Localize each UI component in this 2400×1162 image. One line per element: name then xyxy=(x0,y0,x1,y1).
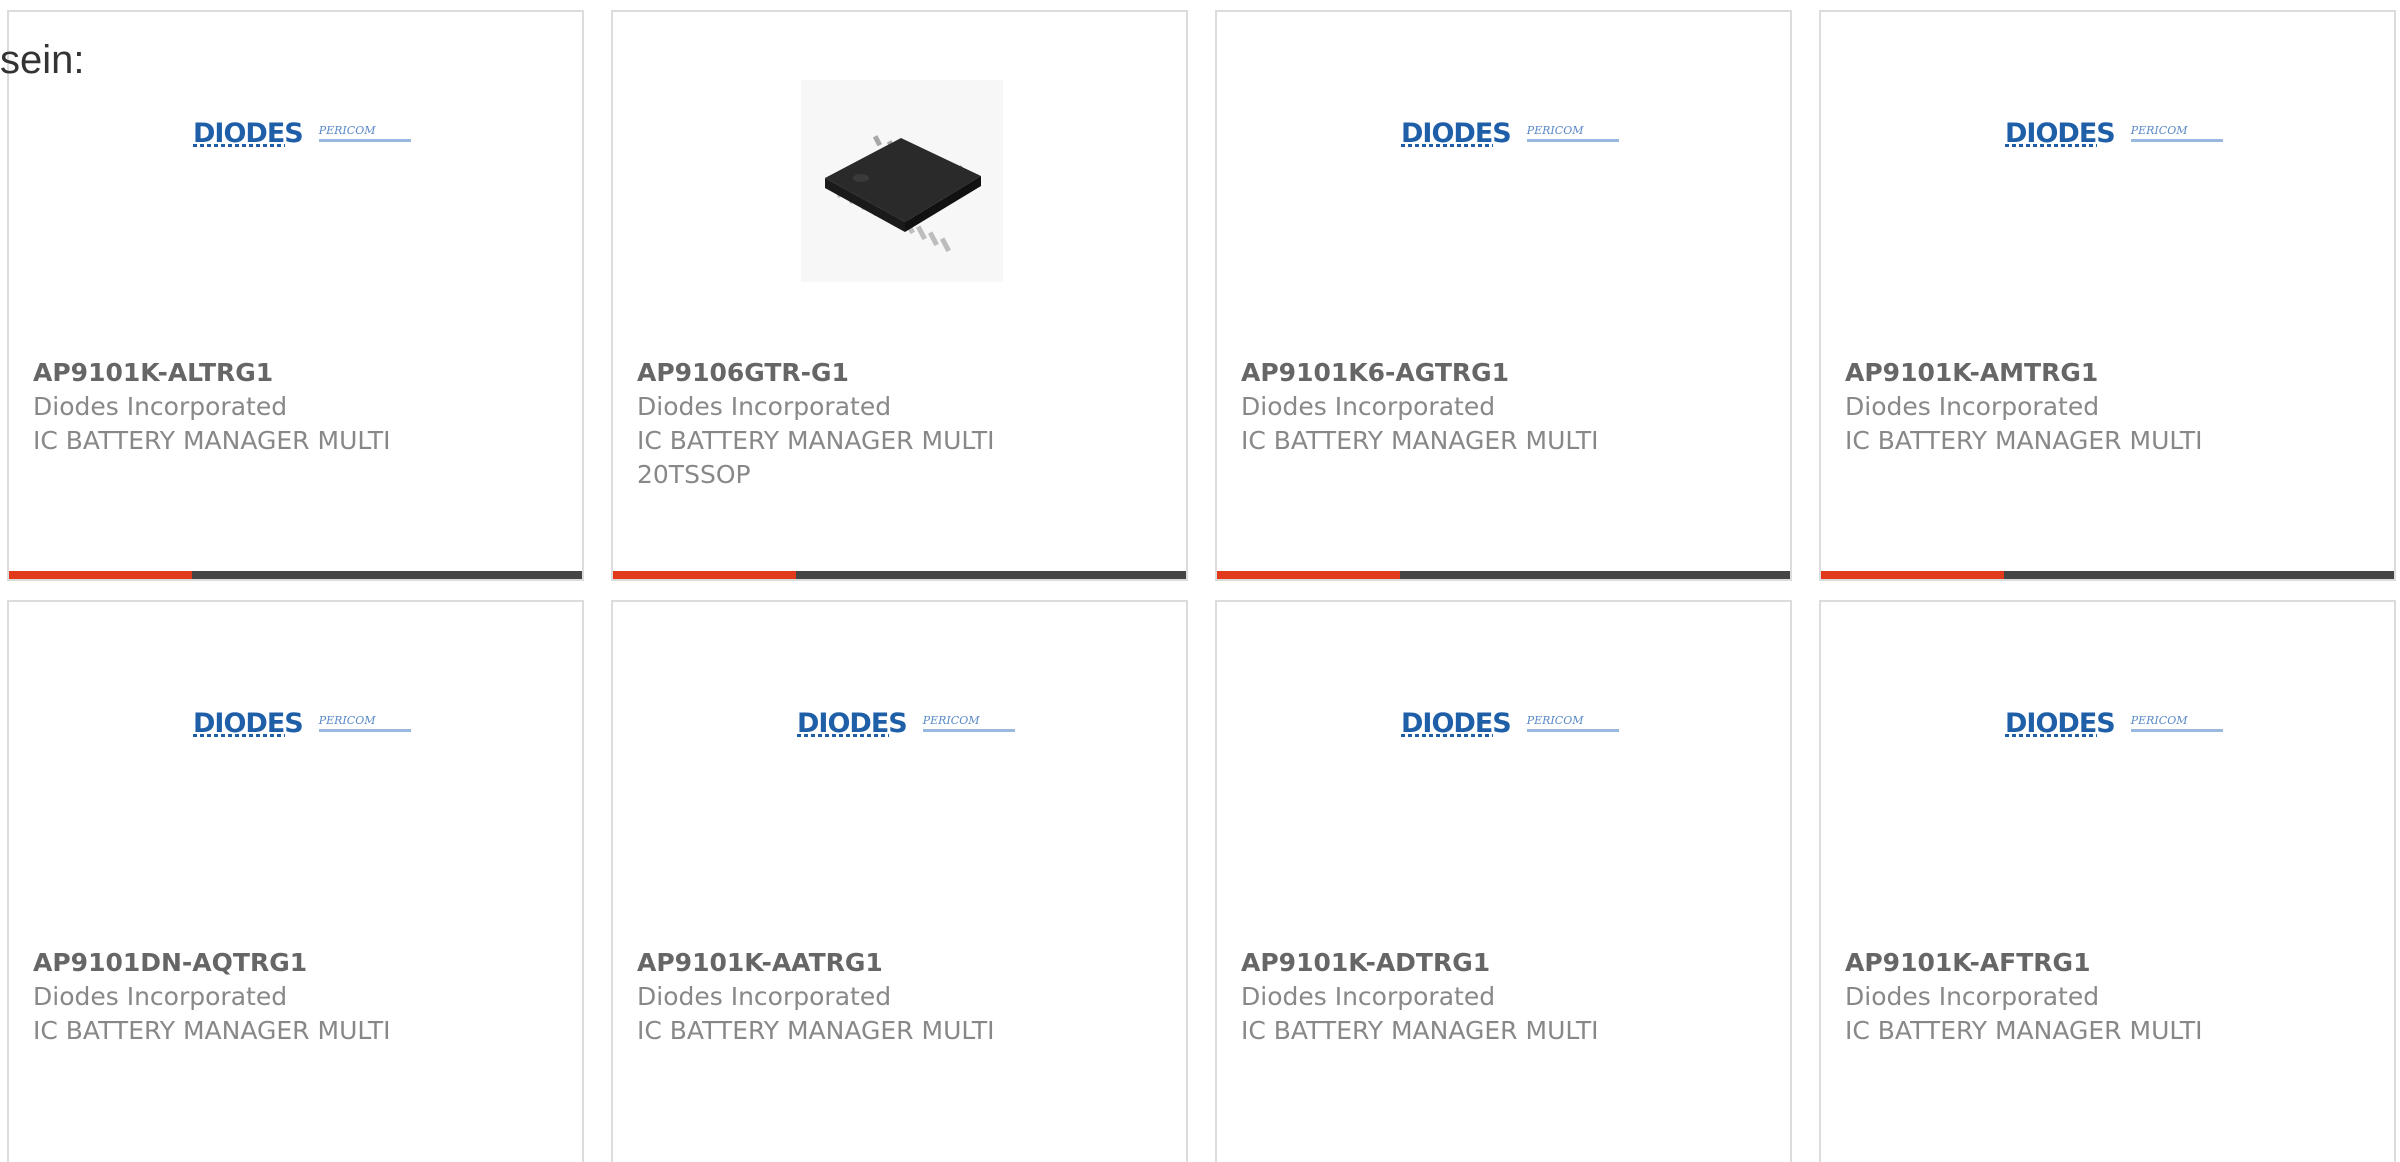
description: IC BATTERY MANAGER MULTI xyxy=(637,1016,995,1045)
product-info: AP9101K-AFTRG1 Diodes Incorporated IC BA… xyxy=(1845,946,2374,1048)
manufacturer: Diodes Incorporated xyxy=(1845,982,2100,1011)
part-number[interactable]: AP9101K-ALTRG1 xyxy=(33,356,562,390)
manufacturer: Diodes Incorporated xyxy=(33,392,288,421)
product-card[interactable]: DIODES PERICOM AP9101DN-AQTRG1 Diodes In… xyxy=(7,600,584,1162)
product-info: AP9106GTR-G1 Diodes Incorporated IC BATT… xyxy=(637,356,1166,492)
description: IC BATTERY MANAGER MULTI 20TSSOP xyxy=(637,426,995,489)
diodes-pericom-logo: DIODES PERICOM xyxy=(2005,710,2223,737)
manufacturer: Diodes Incorporated xyxy=(1241,392,1496,421)
product-info: AP9101K-ALTRG1 Diodes Incorporated IC BA… xyxy=(33,356,562,458)
diodes-pericom-logo: DIODES PERICOM xyxy=(2005,120,2223,147)
manufacturer: Diodes Incorporated xyxy=(637,392,892,421)
manufacturer: Diodes Incorporated xyxy=(637,982,892,1011)
card-bottom-bar xyxy=(613,571,1186,579)
part-number[interactable]: AP9101K-AMTRG1 xyxy=(1845,356,2374,390)
lead-text: sein: xyxy=(0,38,85,82)
diodes-pericom-logo: DIODES PERICOM xyxy=(1401,120,1619,147)
tssop-chip-image xyxy=(801,80,1003,282)
card-bottom-bar xyxy=(9,571,582,579)
part-number[interactable]: AP9101K-AATRG1 xyxy=(637,946,1166,980)
product-card[interactable]: DIODES PERICOM AP9101K-ALTRG1 Diodes Inc… xyxy=(7,10,584,581)
card-bottom-bar xyxy=(1821,571,2394,579)
logo-subbrand-text: PERICOM xyxy=(1526,714,1584,727)
card-accent-bar xyxy=(1821,571,2004,579)
product-card[interactable]: DIODES PERICOM AP9101K6-AGTRG1 Diodes In… xyxy=(1215,10,1792,581)
chip-icon xyxy=(825,135,981,253)
product-card[interactable]: AP9106GTR-G1 Diodes Incorporated IC BATT… xyxy=(611,10,1188,581)
part-number[interactable]: AP9101K-AFTRG1 xyxy=(1845,946,2374,980)
product-info: AP9101K-ADTRG1 Diodes Incorporated IC BA… xyxy=(1241,946,1770,1048)
description: IC BATTERY MANAGER MULTI xyxy=(33,426,391,455)
product-info: AP9101K-AMTRG1 Diodes Incorporated IC BA… xyxy=(1845,356,2374,458)
manufacturer: Diodes Incorporated xyxy=(1241,982,1496,1011)
diodes-pericom-logo: DIODES PERICOM xyxy=(193,120,411,147)
product-card[interactable]: DIODES PERICOM AP9101K-AFTRG1 Diodes Inc… xyxy=(1819,600,2396,1162)
part-number[interactable]: AP9101K6-AGTRG1 xyxy=(1241,356,1770,390)
manufacturer: Diodes Incorporated xyxy=(33,982,288,1011)
part-number[interactable]: AP9101DN-AQTRG1 xyxy=(33,946,562,980)
description: IC BATTERY MANAGER MULTI xyxy=(1241,1016,1599,1045)
logo-subbrand-text: PERICOM xyxy=(318,714,376,727)
product-card[interactable]: DIODES PERICOM AP9101K-ADTRG1 Diodes Inc… xyxy=(1215,600,1792,1162)
logo-subbrand-text: PERICOM xyxy=(1526,124,1584,137)
product-info: AP9101DN-AQTRG1 Diodes Incorporated IC B… xyxy=(33,946,562,1048)
manufacturer: Diodes Incorporated xyxy=(1845,392,2100,421)
description: IC BATTERY MANAGER MULTI xyxy=(1241,426,1599,455)
card-accent-bar xyxy=(613,571,796,579)
logo-subbrand-text: PERICOM xyxy=(2130,714,2188,727)
card-accent-bar xyxy=(9,571,192,579)
diodes-pericom-logo: DIODES PERICOM xyxy=(1401,710,1619,737)
card-bottom-bar xyxy=(1217,571,1790,579)
product-card[interactable]: DIODES PERICOM AP9101K-AMTRG1 Diodes Inc… xyxy=(1819,10,2396,581)
description: IC BATTERY MANAGER MULTI xyxy=(1845,426,2203,455)
product-card[interactable]: DIODES PERICOM AP9101K-AATRG1 Diodes Inc… xyxy=(611,600,1188,1162)
logo-subbrand-text: PERICOM xyxy=(922,714,980,727)
page: sein: DIODES PERICOM AP9101K-ALTRG1 Diod… xyxy=(0,0,2400,1162)
card-accent-bar xyxy=(1217,571,1400,579)
product-info: AP9101K6-AGTRG1 Diodes Incorporated IC B… xyxy=(1241,356,1770,458)
description: IC BATTERY MANAGER MULTI xyxy=(33,1016,391,1045)
logo-subbrand-text: PERICOM xyxy=(2130,124,2188,137)
description: IC BATTERY MANAGER MULTI xyxy=(1845,1016,2203,1045)
diodes-pericom-logo: DIODES PERICOM xyxy=(797,710,1015,737)
part-number[interactable]: AP9101K-ADTRG1 xyxy=(1241,946,1770,980)
product-info: AP9101K-AATRG1 Diodes Incorporated IC BA… xyxy=(637,946,1166,1048)
logo-subbrand-text: PERICOM xyxy=(318,124,376,137)
diodes-pericom-logo: DIODES PERICOM xyxy=(193,710,411,737)
part-number[interactable]: AP9106GTR-G1 xyxy=(637,356,1166,390)
